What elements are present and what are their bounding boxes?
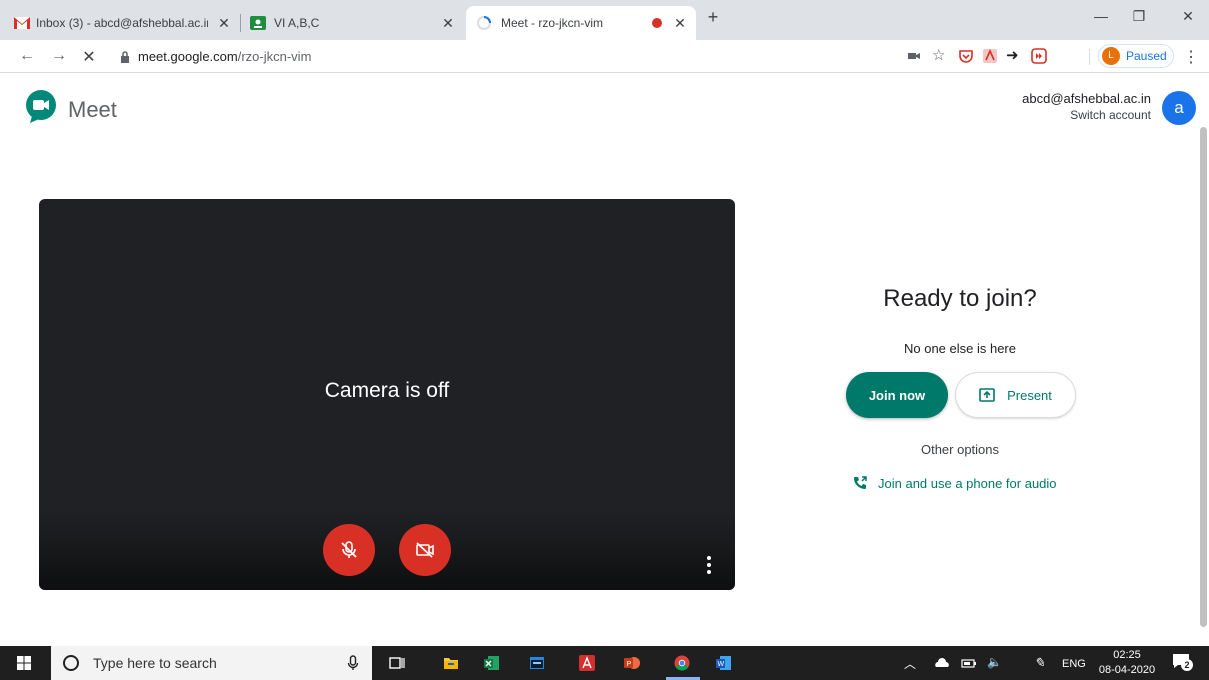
tab-inbox[interactable]: Inbox (3) - abcd@afshebbal.ac.in ✕ (14, 6, 240, 40)
tab-inbox-label: Inbox (3) - abcd@afshebbal.ac.in (36, 16, 208, 30)
more-options-button[interactable] (702, 554, 716, 576)
browser-tab-strip: Inbox (3) - abcd@afshebbal.ac.in ✕ VI A,… (0, 0, 1209, 40)
share-arrow-icon[interactable]: ➜ (1006, 46, 1022, 64)
microphone-toggle-button[interactable] (323, 524, 375, 576)
participants-note: No one else is here (903, 341, 1016, 356)
meet-logo-icon (26, 90, 56, 123)
tab-meet[interactable]: Meet - rzo-jkcn-vim ✕ (466, 6, 696, 40)
browser-toolbar: ← → ✕ meet.google.com/rzo-jkcn-vim ☆ ➜ L… (0, 40, 1209, 73)
lock-icon (121, 50, 129, 63)
stop-loading-icon[interactable]: ✕ (80, 47, 98, 67)
app-title: Meet (68, 97, 117, 122)
url-host: meet.google.com (138, 49, 238, 64)
cortana-icon (63, 655, 79, 671)
ready-to-join-heading: Ready to join? (883, 285, 1037, 312)
profile-button[interactable]: L Paused (1098, 44, 1174, 68)
bookmark-star-icon[interactable]: ☆ (932, 46, 948, 64)
pocket-icon[interactable] (958, 48, 974, 64)
recording-icon (652, 18, 662, 28)
meet-page: Meet abcd@afshebbal.ac.in Switch account… (0, 73, 1209, 646)
address-bar[interactable]: meet.google.com/rzo-jkcn-vim (112, 44, 892, 69)
gmail-icon (14, 17, 30, 29)
browser-menu-icon[interactable]: ⋮ (1182, 47, 1200, 67)
tab-separator (240, 14, 241, 32)
forward-arrow-icon[interactable]: → (50, 47, 68, 65)
phone-forward-icon (854, 476, 867, 489)
windows-taskbar: Type here to search P W ︿ 🔈 ✎ ENG 02:25 … (0, 646, 1209, 680)
dot (707, 563, 711, 567)
tab-meet-label: Meet - rzo-jkcn-vim (501, 16, 604, 30)
loading-icon (477, 16, 491, 30)
app-window-icon[interactable] (529, 655, 545, 671)
microphone-icon[interactable] (347, 655, 359, 671)
camera-indicator-icon[interactable] (906, 48, 922, 64)
chrome-icon[interactable] (674, 655, 690, 671)
svg-text:W: W (718, 661, 725, 668)
account-avatar[interactable]: a (1162, 91, 1196, 125)
present-screen-icon (979, 388, 995, 402)
acrobat-icon[interactable] (982, 48, 998, 64)
close-window-icon[interactable]: ✕ (1178, 8, 1198, 25)
close-tab-icon[interactable]: ✕ (216, 15, 232, 31)
phone-audio-label: Join and use a phone for audio (878, 475, 1057, 491)
video-shade (39, 510, 735, 590)
onedrive-icon[interactable] (934, 655, 950, 671)
notification-count: 2 (1181, 659, 1193, 671)
camera-off-icon (416, 542, 434, 558)
switch-account-link[interactable]: Switch account (1070, 108, 1151, 122)
page-scrollbar[interactable] (1200, 127, 1207, 627)
windows-start-icon[interactable] (17, 656, 31, 670)
account-email: abcd@afshebbal.ac.in (1022, 91, 1151, 106)
dot (707, 556, 711, 560)
present-label: Present (1007, 387, 1052, 403)
join-now-button[interactable]: Join now (846, 372, 948, 418)
close-tab-icon[interactable]: ✕ (672, 15, 688, 31)
volume-icon[interactable]: 🔈 (987, 655, 1002, 669)
word-icon[interactable]: W (716, 655, 732, 671)
acrobat-reader-icon[interactable] (579, 655, 595, 671)
close-tab-icon[interactable]: ✕ (440, 15, 456, 31)
url-path: /rzo-jkcn-vim (237, 49, 312, 64)
classroom-icon (250, 16, 266, 30)
restore-icon[interactable]: ❐ (1129, 8, 1149, 25)
chevron-up-icon[interactable]: ︿ (904, 655, 916, 672)
excel-icon[interactable] (484, 655, 500, 671)
microphone-off-icon (341, 541, 357, 558)
phone-audio-link[interactable]: Join and use a phone for audio (852, 475, 1057, 491)
battery-icon[interactable] (961, 655, 977, 671)
video-preview: Camera is off (39, 199, 735, 590)
svg-text:P: P (627, 661, 632, 668)
camera-toggle-button[interactable] (399, 524, 451, 576)
dot (707, 570, 711, 574)
taskbar-search-input[interactable]: Type here to search (51, 646, 372, 680)
tab-classroom[interactable]: VI A,B,C ✕ (250, 6, 464, 40)
pen-icon[interactable]: ✎ (1034, 655, 1045, 671)
camera-status: Camera is off (324, 379, 450, 402)
toolbar-separator (1089, 49, 1090, 65)
new-tab-button[interactable]: + (703, 7, 723, 28)
notification-center-button[interactable]: 2 (1172, 653, 1194, 673)
file-explorer-icon[interactable] (443, 655, 459, 671)
present-button[interactable]: Present (955, 372, 1076, 418)
minimize-icon[interactable]: — (1091, 8, 1111, 24)
tab-classroom-label: VI A,B,C (274, 16, 320, 30)
task-view-icon[interactable] (389, 655, 405, 671)
clock-time[interactable]: 02:25 (1097, 649, 1157, 661)
powerpoint-icon[interactable]: P (624, 655, 640, 671)
profile-status: Paused (1126, 49, 1167, 63)
language-indicator[interactable]: ENG (1062, 658, 1086, 670)
search-placeholder: Type here to search (93, 655, 217, 671)
back-arrow-icon[interactable]: ← (18, 47, 36, 65)
clock-date[interactable]: 08-04-2020 (1097, 664, 1157, 676)
other-options-label: Other options (920, 442, 1000, 457)
profile-avatar: L (1102, 47, 1120, 65)
screencast-icon[interactable] (1031, 48, 1047, 64)
